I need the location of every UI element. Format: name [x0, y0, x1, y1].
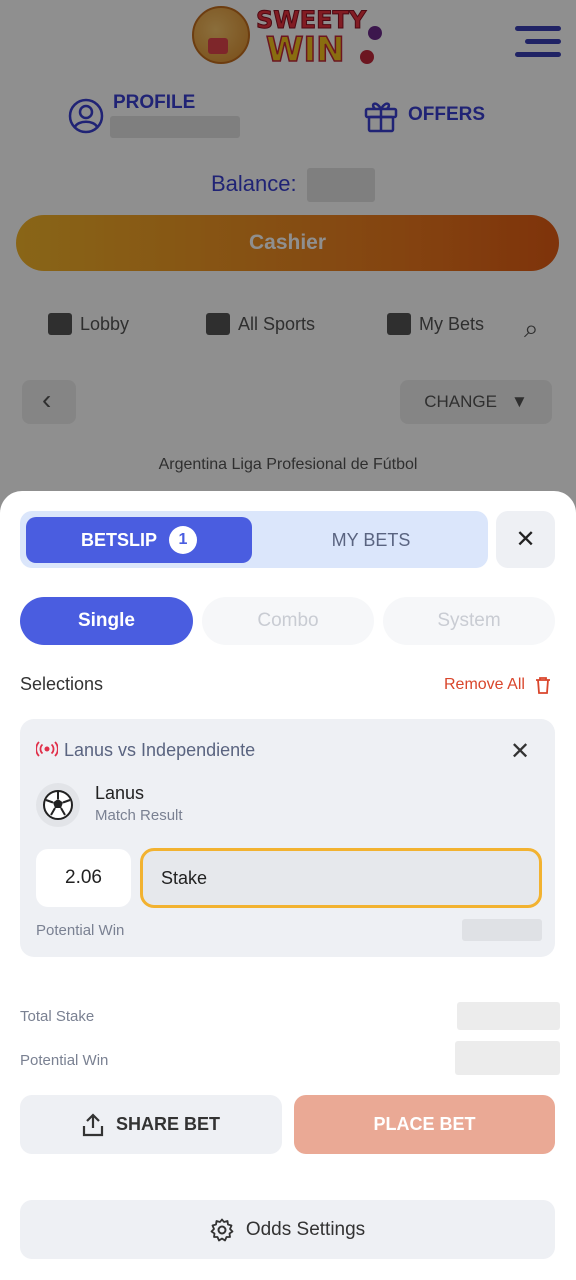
odds-value: 2.06 — [36, 849, 131, 907]
tab-betslip-label: BETSLIP — [80, 529, 157, 550]
share-bet-button[interactable]: SHARE BET — [20, 1095, 282, 1154]
tab-betslip[interactable]: BETSLIP 1 — [26, 517, 252, 563]
share-icon — [82, 1112, 104, 1136]
selection-market: Match Result — [95, 807, 183, 824]
remove-all-label: Remove All — [444, 676, 525, 693]
selections-heading: Selections — [20, 674, 104, 694]
place-bet-button[interactable]: PLACE BET — [294, 1095, 555, 1154]
soccer-ball-icon — [36, 783, 80, 827]
total-stake-redacted — [457, 1002, 560, 1030]
stake-input[interactable] — [140, 848, 542, 908]
gear-icon — [210, 1218, 234, 1241]
bet-type-single[interactable]: Single — [20, 597, 193, 645]
potential-win-redacted — [455, 1041, 560, 1075]
selection-card: Lanus vs Independiente ✕ Lanus Match Res… — [20, 719, 555, 957]
betslip-tabs: BETSLIP 1 MY BETS — [20, 511, 488, 568]
match-name: Lanus vs Independiente — [64, 740, 256, 760]
bet-type-system[interactable]: System — [383, 597, 555, 645]
live-broadcast-icon — [36, 741, 58, 757]
total-stake-label: Total Stake — [20, 1008, 95, 1025]
bet-type-combo[interactable]: Combo — [202, 597, 374, 645]
tab-my-bets[interactable]: MY BETS — [260, 517, 482, 563]
potential-win-label: Potential Win — [20, 1052, 109, 1069]
share-bet-label: SHARE BET — [115, 1114, 220, 1134]
trash-icon — [535, 677, 550, 694]
selection-pick: Lanus — [95, 783, 145, 803]
betslip-sheet: BETSLIP 1 MY BETS ✕ Single Combo System … — [0, 491, 576, 1280]
remove-selection-icon[interactable]: ✕ — [510, 737, 530, 766]
close-icon[interactable]: ✕ — [496, 511, 555, 568]
remove-all-button[interactable]: Remove All — [444, 676, 551, 694]
selection-potential-win-redacted — [462, 919, 542, 941]
selection-potential-win-label: Potential Win — [36, 922, 125, 939]
odds-settings-button[interactable]: Odds Settings — [20, 1200, 555, 1259]
betslip-count-badge: 1 — [169, 526, 197, 554]
odds-settings-label: Odds Settings — [245, 1218, 366, 1240]
